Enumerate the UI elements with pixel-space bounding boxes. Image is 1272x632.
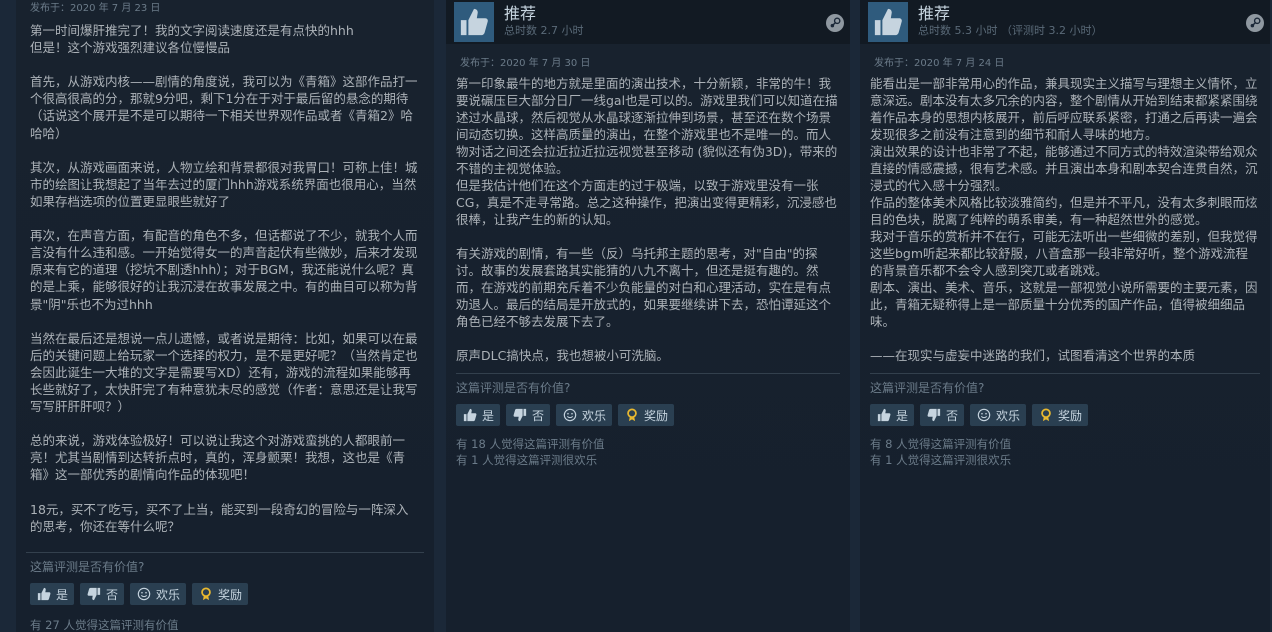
vote-yes-button[interactable]: 是 bbox=[870, 404, 915, 426]
vote-row: 是 否 欢乐 奖励 bbox=[446, 396, 850, 426]
award-button[interactable]: 奖励 bbox=[1032, 404, 1089, 426]
reviews-page: 发布于：2020 年 7 月 23 日 第一时间爆肝推完了！我的文字阅读速度还是… bbox=[0, 0, 1272, 632]
thumbs-up-icon bbox=[462, 407, 478, 423]
helpful-question: 这篇评测是否有价值? bbox=[870, 381, 985, 395]
vote-no-label: 否 bbox=[946, 408, 959, 423]
helpful-question: 这篇评测是否有价值? bbox=[456, 381, 571, 395]
steam-logo-icon[interactable] bbox=[826, 14, 844, 32]
helpful-count: 有 8 人觉得这篇评测有价值 bbox=[870, 437, 1012, 451]
smiley-icon bbox=[136, 586, 152, 602]
review-card-left: 发布于：2020 年 7 月 23 日 第一时间爆肝推完了！我的文字阅读速度还是… bbox=[16, 0, 434, 632]
award-icon bbox=[624, 407, 640, 423]
vote-no-button[interactable]: 否 bbox=[920, 404, 965, 426]
posted-date: 发布于：2020 年 7 月 24 日 bbox=[874, 58, 1005, 69]
vote-funny-label: 欢乐 bbox=[156, 587, 181, 602]
thumbs-up-icon bbox=[876, 407, 892, 423]
award-icon bbox=[1038, 407, 1054, 423]
vote-funny-button[interactable]: 欢乐 bbox=[130, 583, 187, 605]
playtime: 总时数 5.3 小时 （评测时 3.2 小时） bbox=[918, 24, 1103, 37]
funny-count: 有 1 人觉得这篇评测很欢乐 bbox=[456, 453, 598, 467]
funny-count: 有 1 人觉得这篇评测很欢乐 bbox=[870, 453, 1012, 467]
recommendation-label: 推荐 bbox=[504, 4, 537, 23]
review-body: 第一时间爆肝推完了！我的文字阅读速度还是有点快的hhh 但是！这个游戏强烈建议各… bbox=[30, 23, 418, 534]
posted-date: 发布于：2020 年 7 月 30 日 bbox=[460, 58, 591, 69]
vote-no-label: 否 bbox=[532, 408, 545, 423]
vote-funny-button[interactable]: 欢乐 bbox=[970, 404, 1027, 426]
thumbs-down-icon bbox=[86, 586, 102, 602]
vote-row: 是 否 欢乐 奖励 bbox=[16, 575, 434, 605]
vote-row: 是 否 欢乐 奖励 bbox=[860, 396, 1270, 426]
review-card-right: 推荐 总时数 5.3 小时 （评测时 3.2 小时） 发布于：2020 年 7 … bbox=[860, 0, 1270, 632]
helpful-count: 有 18 人觉得这篇评测有价值 bbox=[456, 437, 605, 451]
vote-yes-label: 是 bbox=[896, 408, 909, 423]
award-button[interactable]: 奖励 bbox=[192, 583, 249, 605]
helpful-question: 这篇评测是否有价值? bbox=[30, 560, 145, 574]
thumbs-up-icon bbox=[454, 2, 494, 42]
review-card-middle: 推荐 总时数 2.7 小时 发布于：2020 年 7 月 30 日 第一印象最牛… bbox=[446, 0, 850, 632]
recommendation-header: 推荐 总时数 2.7 小时 bbox=[446, 0, 850, 44]
thumbs-up-icon bbox=[36, 586, 52, 602]
vote-yes-label: 是 bbox=[56, 587, 69, 602]
recommendation-header: 推荐 总时数 5.3 小时 （评测时 3.2 小时） bbox=[860, 0, 1270, 44]
vote-no-button[interactable]: 否 bbox=[80, 583, 125, 605]
vote-funny-label: 欢乐 bbox=[582, 408, 607, 423]
recommendation-label: 推荐 bbox=[918, 4, 951, 23]
award-label: 奖励 bbox=[1058, 408, 1083, 423]
vote-yes-label: 是 bbox=[482, 408, 495, 423]
review-body: 能看出是一部非常用心的作品，兼具现实主义描写与理想主义情怀，立意深远。剧本没有太… bbox=[870, 76, 1258, 363]
posted-date: 发布于：2020 年 7 月 23 日 bbox=[30, 3, 161, 14]
award-icon bbox=[198, 586, 214, 602]
vote-funny-button[interactable]: 欢乐 bbox=[556, 404, 613, 426]
vote-no-button[interactable]: 否 bbox=[506, 404, 551, 426]
award-label: 奖励 bbox=[644, 408, 669, 423]
thumbs-down-icon bbox=[926, 407, 942, 423]
helpful-count: 有 27 人觉得这篇评测有价值 bbox=[30, 618, 179, 632]
vote-yes-button[interactable]: 是 bbox=[30, 583, 75, 605]
award-label: 奖励 bbox=[218, 587, 243, 602]
review-body: 第一印象最牛的地方就是里面的演出技术，十分新颖，非常的牛！我要说碾压巨大部分日厂… bbox=[456, 76, 838, 363]
steam-logo-icon[interactable] bbox=[1246, 14, 1264, 32]
thumbs-up-icon bbox=[868, 2, 908, 42]
smiley-icon bbox=[976, 407, 992, 423]
vote-yes-button[interactable]: 是 bbox=[456, 404, 501, 426]
vote-no-label: 否 bbox=[106, 587, 119, 602]
award-button[interactable]: 奖励 bbox=[618, 404, 675, 426]
smiley-icon bbox=[562, 407, 578, 423]
vote-funny-label: 欢乐 bbox=[996, 408, 1021, 423]
playtime: 总时数 2.7 小时 bbox=[504, 24, 584, 37]
thumbs-down-icon bbox=[512, 407, 528, 423]
